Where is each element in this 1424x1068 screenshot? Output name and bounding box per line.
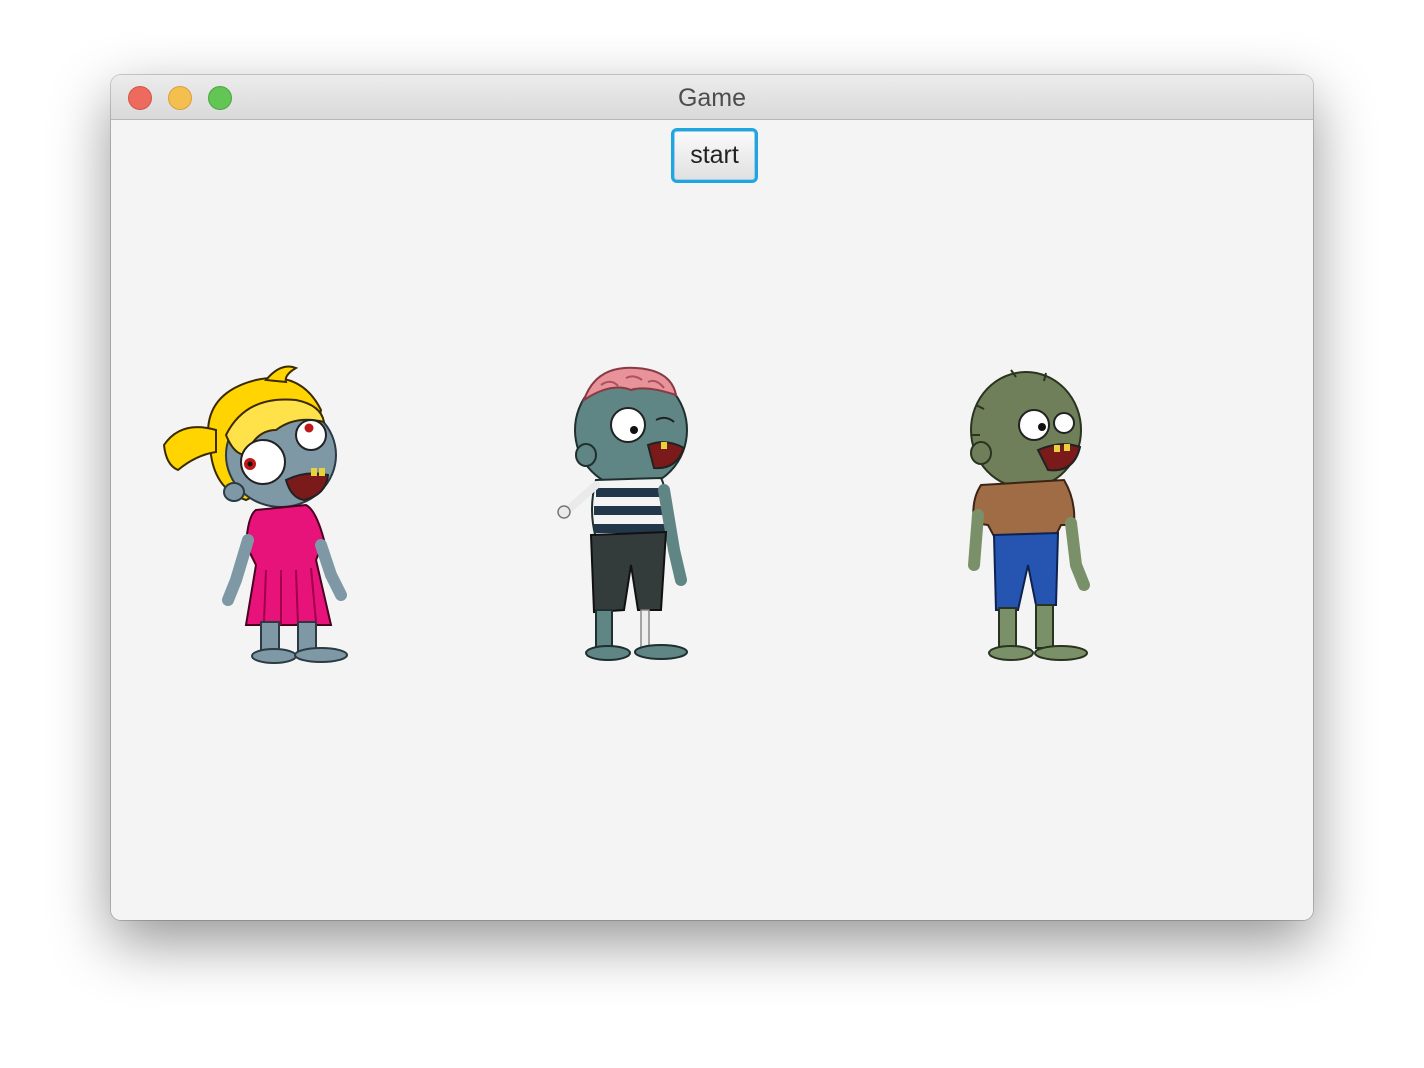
title-bar: Game — [111, 75, 1313, 120]
start-button[interactable]: start — [671, 128, 758, 183]
zombie-brown-shirt-sprite — [968, 369, 1090, 661]
game-canvas: start — [111, 120, 1313, 920]
zombie-girl-sprite — [162, 365, 348, 664]
game-window: Game start — [111, 75, 1313, 920]
window-title: Game — [677, 84, 747, 112]
zombie-striped-shirt-sprite — [557, 366, 688, 661]
